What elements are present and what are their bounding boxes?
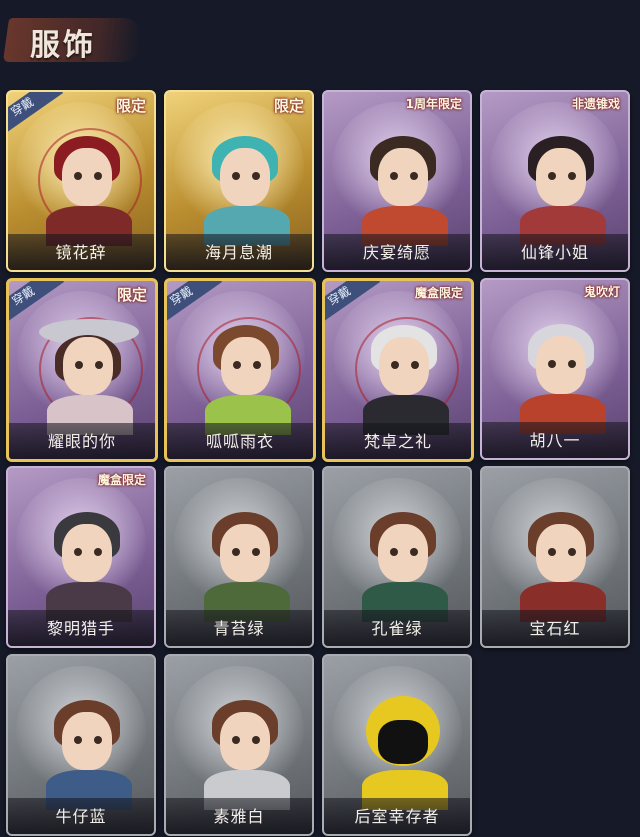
heritage-tag: 非遗锥戏 bbox=[571, 97, 620, 111]
character-face bbox=[378, 148, 428, 206]
outfit-name: 仙锋小姐 bbox=[520, 243, 589, 262]
outfit-portrait bbox=[174, 102, 304, 246]
outfit-card-guaguayuyi[interactable]: 穿戴 呱呱雨衣 bbox=[164, 278, 316, 462]
outfit-card-fanzhuozhili[interactable]: 穿戴 魔盒限定 梵卓之礼 bbox=[322, 278, 474, 462]
character-face bbox=[536, 336, 586, 394]
outfit-name: 素雅白 bbox=[213, 807, 265, 826]
outfit-card-haiyuexichao[interactable]: 限定 海月息潮 bbox=[164, 90, 314, 272]
character-eye bbox=[253, 361, 261, 369]
character-face bbox=[536, 148, 586, 206]
limited-tag: 限定 bbox=[116, 286, 147, 304]
outfit-card-hubayi[interactable]: 鬼吹灯 胡八一 bbox=[480, 278, 630, 460]
character-eye bbox=[548, 548, 556, 556]
outfit-name: 青苔绿 bbox=[213, 619, 265, 638]
outfit-card-yaoyandeni[interactable]: 穿戴 限定 耀眼的你 bbox=[6, 278, 158, 462]
character-face bbox=[220, 524, 270, 582]
outfit-portrait bbox=[16, 478, 146, 622]
outfit-portrait bbox=[333, 291, 463, 435]
character-eye bbox=[568, 360, 576, 368]
outfit-name: 海月息潮 bbox=[204, 243, 273, 262]
outfit-portrait bbox=[332, 666, 462, 810]
character-eye bbox=[94, 736, 102, 744]
character-eye bbox=[252, 548, 260, 556]
character-face bbox=[221, 337, 271, 395]
character-eye bbox=[410, 548, 418, 556]
outfit-portrait bbox=[490, 102, 620, 246]
outfit-name: 黎明猎手 bbox=[46, 619, 115, 638]
outfit-name: 梵卓之礼 bbox=[363, 432, 432, 451]
character-eye bbox=[410, 172, 418, 180]
character-face bbox=[220, 712, 270, 770]
character-face bbox=[62, 524, 112, 582]
character-eye bbox=[568, 172, 576, 180]
character-eye bbox=[548, 360, 556, 368]
page-title: 服饰 bbox=[30, 28, 96, 63]
mystery-box-limited-tag: 魔盒限定 bbox=[97, 473, 146, 487]
character-eye bbox=[74, 172, 82, 180]
outfit-portrait bbox=[332, 102, 462, 246]
outfit-card-baoshihong[interactable]: 宝石红 bbox=[480, 466, 630, 648]
outfit-name: 后室幸存者 bbox=[354, 807, 440, 826]
gas-mask-icon bbox=[378, 720, 428, 764]
outfit-portrait bbox=[174, 478, 304, 622]
character-eye bbox=[232, 548, 240, 556]
character-eye bbox=[411, 361, 419, 369]
outfit-portrait bbox=[174, 666, 304, 810]
outfit-portrait bbox=[17, 291, 147, 435]
character-eye bbox=[548, 172, 556, 180]
outfit-name: 宝石红 bbox=[529, 619, 581, 638]
character-face bbox=[536, 524, 586, 582]
character-eye bbox=[568, 548, 576, 556]
character-eye bbox=[233, 361, 241, 369]
character-eye bbox=[94, 172, 102, 180]
outfit-card-xianfengxiaojie[interactable]: 非遗锥戏 仙锋小姐 bbox=[480, 90, 630, 272]
limited-tag: 限定 bbox=[115, 97, 146, 115]
outfit-card-qingyanqiyuan[interactable]: 1周年限定 庆宴绮愿 bbox=[322, 90, 472, 272]
outfit-name: 孔雀绿 bbox=[371, 619, 423, 638]
character-eye bbox=[252, 172, 260, 180]
outfit-name: 镜花辞 bbox=[55, 243, 107, 262]
character-eye bbox=[74, 736, 82, 744]
character-eye bbox=[391, 361, 399, 369]
outfit-name: 庆宴绮愿 bbox=[362, 243, 431, 262]
outfit-card-kongquelv[interactable]: 孔雀绿 bbox=[322, 466, 472, 648]
outfit-card-niuzailan[interactable]: 牛仔蓝 bbox=[6, 654, 156, 836]
outfit-card-suyabai[interactable]: 素雅白 bbox=[164, 654, 314, 836]
character-face bbox=[63, 337, 113, 395]
character-eye bbox=[95, 361, 103, 369]
outfit-card-limingliesho[interactable]: 魔盒限定 黎明猎手 bbox=[6, 466, 156, 648]
header: 服饰 bbox=[0, 0, 640, 80]
anniversary-limited-tag: 1周年限定 bbox=[405, 97, 462, 111]
character-face bbox=[62, 712, 112, 770]
outfit-portrait bbox=[490, 478, 620, 622]
outfit-portrait bbox=[16, 666, 146, 810]
outfit-portrait bbox=[16, 102, 146, 246]
outfit-portrait bbox=[332, 478, 462, 622]
outfit-portrait bbox=[175, 291, 305, 435]
outfit-name: 耀眼的你 bbox=[47, 432, 116, 451]
collab-tag: 鬼吹灯 bbox=[583, 285, 620, 299]
outfit-name: 胡八一 bbox=[529, 431, 581, 450]
character-eye bbox=[232, 172, 240, 180]
character-face bbox=[378, 524, 428, 582]
outfit-card-qingtailv[interactable]: 青苔绿 bbox=[164, 466, 314, 648]
outfit-card-jinghuaci[interactable]: 穿戴 限定 镜花辞 bbox=[6, 90, 156, 272]
character-eye bbox=[232, 736, 240, 744]
outfit-name: 牛仔蓝 bbox=[55, 807, 107, 826]
limited-tag: 限定 bbox=[273, 97, 304, 115]
character-face bbox=[379, 337, 429, 395]
outfit-card-houshixingcunzhe[interactable]: 后室幸存者 bbox=[322, 654, 472, 836]
character-eye bbox=[74, 548, 82, 556]
outfit-name: 呱呱雨衣 bbox=[205, 432, 274, 451]
character-face bbox=[220, 148, 270, 206]
character-eye bbox=[252, 736, 260, 744]
character-eye bbox=[94, 548, 102, 556]
outfit-portrait bbox=[490, 290, 620, 434]
character-face bbox=[62, 148, 112, 206]
character-eye bbox=[390, 548, 398, 556]
character-eye bbox=[75, 361, 83, 369]
character-eye bbox=[390, 172, 398, 180]
mystery-box-limited-tag: 魔盒限定 bbox=[414, 286, 463, 300]
